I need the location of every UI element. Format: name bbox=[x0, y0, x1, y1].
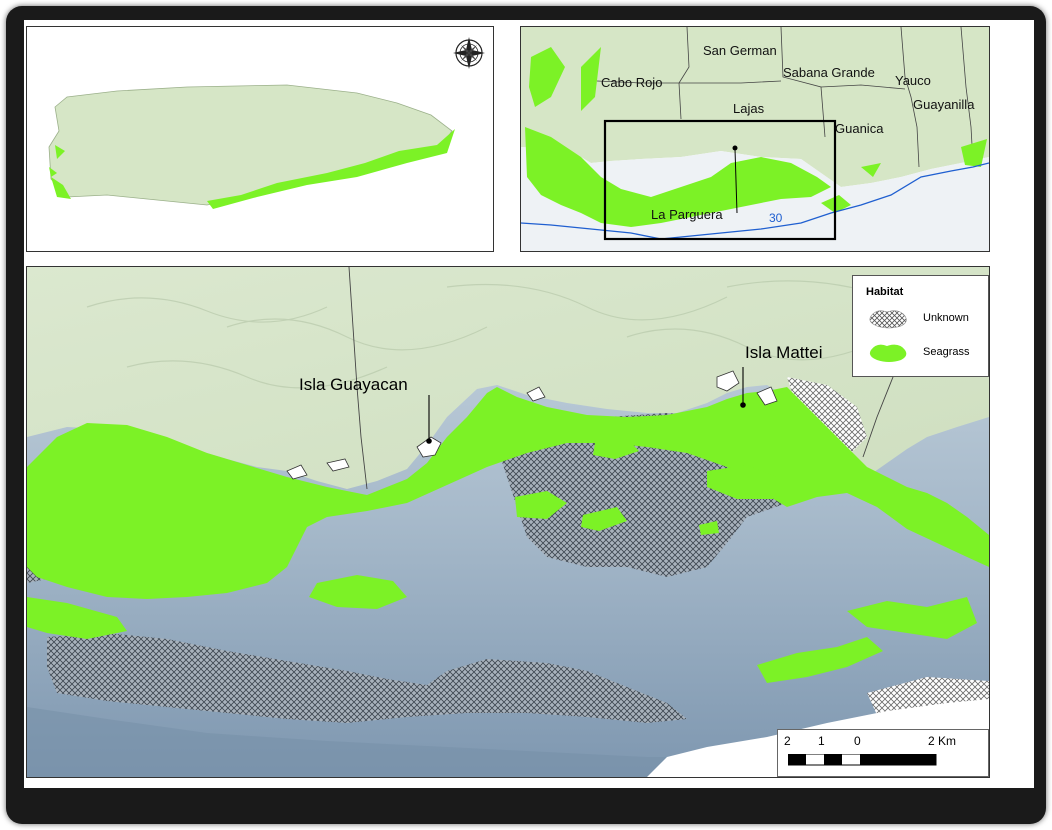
isla-guayacan-point bbox=[426, 438, 432, 444]
unknown-swatch-icon bbox=[869, 310, 907, 329]
legend-label-seagrass: Seagrass bbox=[923, 346, 970, 358]
habitat-legend: Habitat Unknown Seagrass bbox=[852, 275, 989, 377]
town-label-lajas: Lajas bbox=[733, 101, 765, 116]
habitat-map-svg bbox=[27, 267, 989, 777]
depth-contour-label: 30 bbox=[769, 211, 783, 225]
legend-label-unknown: Unknown bbox=[923, 312, 969, 324]
callout-isla-guayacan: Isla Guayacan bbox=[299, 375, 408, 394]
callout-isla-mattei: Isla Mattei bbox=[745, 343, 823, 362]
town-label-sabana-grande: Sabana Grande bbox=[783, 65, 875, 80]
overview-map-svg bbox=[27, 27, 493, 251]
legend-item-unknown: Unknown bbox=[867, 308, 987, 330]
town-label-yauco: Yauco bbox=[895, 73, 931, 88]
town-label-cabo-rojo: Cabo Rojo bbox=[601, 75, 663, 90]
scale-tick-0: 0 bbox=[854, 734, 861, 748]
locator-map: San German Cabo Rojo Sabana Grande Yauco… bbox=[520, 26, 990, 252]
scale-tick-2-left: 2 bbox=[784, 734, 791, 748]
la-parguera-point bbox=[732, 145, 738, 151]
isla-mattei-point bbox=[740, 402, 746, 408]
legend-title: Habitat bbox=[866, 286, 904, 298]
town-label-la-parguera: La Parguera bbox=[651, 207, 723, 222]
town-label-guanica: Guanica bbox=[835, 121, 884, 136]
scale-tick-2km: 2 Km bbox=[928, 734, 957, 748]
legend-item-seagrass: Seagrass bbox=[867, 342, 987, 364]
scale-bar-graphic bbox=[788, 754, 937, 766]
habitat-map: Isla Guayacan Isla Mattei Habitat Unknow… bbox=[26, 266, 990, 778]
scale-bar: 2 1 0 2 Km bbox=[777, 729, 989, 777]
overview-map bbox=[26, 26, 494, 252]
locator-map-svg bbox=[521, 27, 989, 251]
town-label-san-german: San German bbox=[703, 43, 777, 58]
town-label-guayanilla: Guayanilla bbox=[913, 97, 975, 112]
scale-tick-1: 1 bbox=[818, 734, 825, 748]
map-frame: San German Cabo Rojo Sabana Grande Yauco… bbox=[6, 6, 1046, 824]
map-sheet: San German Cabo Rojo Sabana Grande Yauco… bbox=[24, 20, 1034, 788]
seagrass-swatch-icon bbox=[869, 344, 907, 362]
